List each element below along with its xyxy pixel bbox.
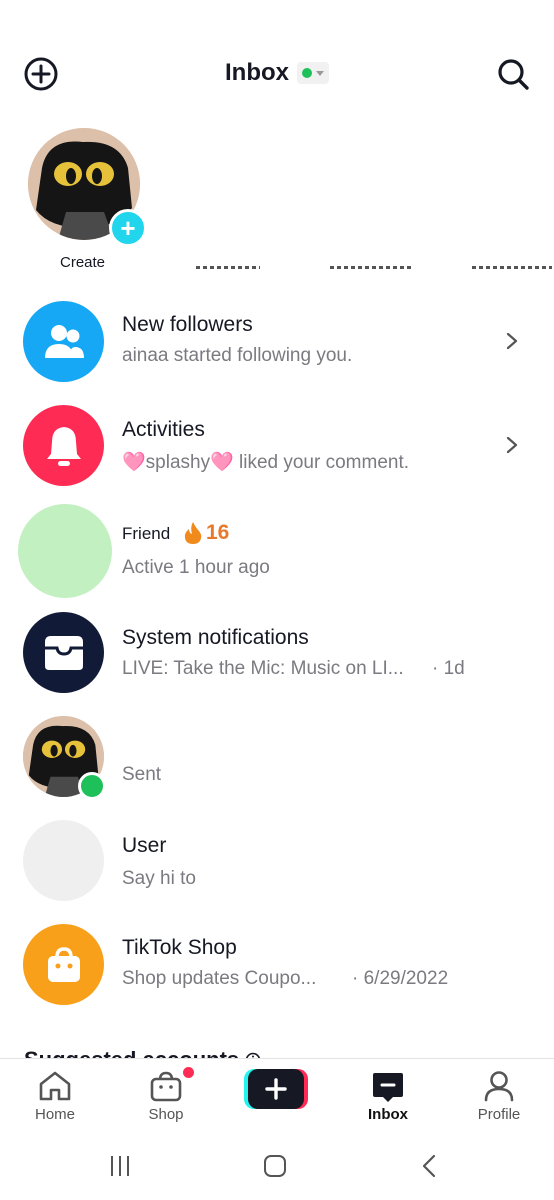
inbox-tray-icon xyxy=(44,635,83,670)
create-story-label: Create xyxy=(60,254,106,271)
activities-avatar xyxy=(23,405,104,486)
row-subtitle: Sent xyxy=(122,764,162,785)
people-icon xyxy=(44,324,84,358)
list-item-user[interactable]: User Say hi to xyxy=(0,816,554,916)
story-label-cutoff xyxy=(330,266,412,269)
plus-icon xyxy=(265,1078,287,1100)
row-timestamp: · 1d xyxy=(432,658,465,679)
row-subtitle: Say hi to xyxy=(122,868,196,889)
nav-create[interactable] xyxy=(222,1059,332,1137)
search-button[interactable] xyxy=(494,55,532,93)
row-subtitle: ainaa started following you. xyxy=(122,345,353,366)
list-item-new-followers[interactable]: New followers ainaa started following yo… xyxy=(0,295,554,395)
row-subtitle: 🩷splashy🩷 liked your comment. xyxy=(122,452,410,473)
nav-inbox[interactable]: Inbox xyxy=(333,1059,443,1137)
inbox-header: Inbox xyxy=(0,58,554,88)
row-title: Activities xyxy=(122,418,205,441)
create-button[interactable] xyxy=(248,1069,304,1109)
inbox-message-icon xyxy=(373,1073,403,1102)
list-item-friend[interactable]: Friend 16 Active 1 hour ago xyxy=(0,502,554,602)
row-title: New followers xyxy=(122,313,253,336)
row-subtitle: LIVE: Take the Mic: Music on LI... xyxy=(122,658,404,679)
row-title: User xyxy=(122,834,167,857)
list-item-system-notifications[interactable]: System notifications LIVE: Take the Mic:… xyxy=(0,608,554,708)
story-label-cutoff xyxy=(472,266,552,269)
chevron-right-icon xyxy=(506,332,518,350)
recent-apps-icon[interactable] xyxy=(108,1154,132,1178)
chevron-down-icon xyxy=(316,70,324,76)
online-status-dot xyxy=(78,772,106,800)
home-system-icon[interactable] xyxy=(263,1154,287,1178)
tiktok-shop-avatar xyxy=(23,924,104,1005)
flame-icon xyxy=(184,522,202,544)
row-timestamp: · 6/29/2022 xyxy=(352,968,449,989)
new-followers-avatar xyxy=(23,301,104,382)
bell-icon xyxy=(46,426,81,466)
list-item-conversation[interactable]: Sent xyxy=(0,712,554,812)
plus-icon: + xyxy=(120,213,136,243)
shop-bag-icon xyxy=(150,1071,182,1102)
friend-avatar xyxy=(18,504,112,598)
home-icon xyxy=(39,1071,71,1101)
add-story-button[interactable]: + xyxy=(109,209,147,247)
shopping-bag-icon xyxy=(47,946,80,982)
nav-home[interactable]: Home xyxy=(0,1059,110,1137)
nav-label: Inbox xyxy=(368,1106,408,1123)
row-title: Friend xyxy=(122,524,171,543)
chevron-right-icon xyxy=(506,436,518,454)
streak-count: 16 xyxy=(206,521,230,544)
bottom-navigation: Home Shop Inbox Profile xyxy=(0,1058,554,1137)
back-icon[interactable] xyxy=(420,1154,440,1178)
row-subtitle: Active 1 hour ago xyxy=(122,557,270,578)
nav-label: Shop xyxy=(148,1106,184,1123)
nav-label: Profile xyxy=(477,1106,521,1123)
list-item-tiktok-shop[interactable]: TikTok Shop Shop updates Coupo... · 6/29… xyxy=(0,920,554,1020)
streak-badge: 16 xyxy=(183,521,229,545)
nav-shop[interactable]: Shop xyxy=(111,1059,221,1137)
row-subtitle: Shop updates Coupo... xyxy=(122,968,317,989)
profile-icon xyxy=(484,1071,514,1102)
online-status-dot xyxy=(302,68,312,78)
section-title: Suggested accounts xyxy=(24,1047,239,1058)
search-icon xyxy=(498,59,529,90)
row-title: System notifications xyxy=(122,626,309,649)
system-navigation-bar xyxy=(0,1136,554,1200)
status-selector[interactable] xyxy=(297,62,329,84)
system-notifications-avatar xyxy=(23,612,104,693)
page-title: Inbox xyxy=(225,59,289,86)
user-avatar xyxy=(23,820,104,901)
nav-label: Home xyxy=(34,1106,75,1123)
nav-profile[interactable]: Profile xyxy=(444,1059,554,1137)
row-title: TikTok Shop xyxy=(122,936,237,959)
notification-dot xyxy=(183,1067,194,1078)
suggested-accounts-header: Suggested accounts xyxy=(24,1040,261,1058)
story-label-cutoff xyxy=(196,266,260,269)
list-item-activities[interactable]: Activities 🩷splashy🩷 liked your comment. xyxy=(0,400,554,500)
